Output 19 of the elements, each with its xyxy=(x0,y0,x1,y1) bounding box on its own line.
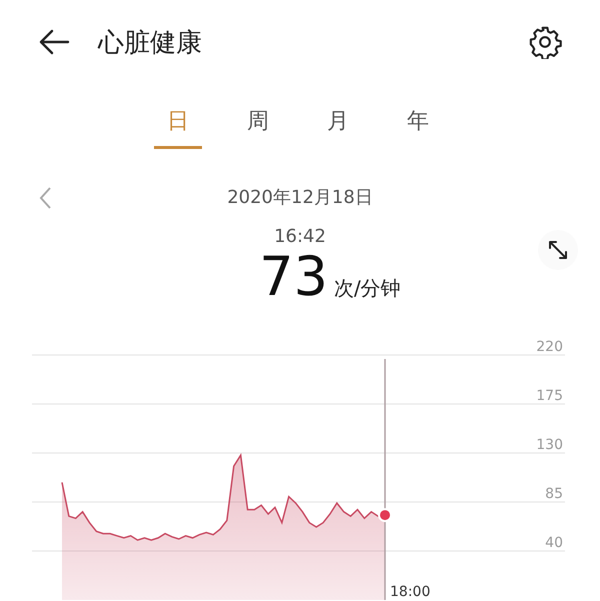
time-label: 18:00 xyxy=(390,584,430,600)
heart-rate-unit: 次/分钟 xyxy=(334,275,401,302)
heart-rate-value: 73 xyxy=(259,247,328,306)
axis-label: 40 xyxy=(545,535,563,551)
period-tab[interactable]: 年 xyxy=(394,106,442,149)
axis-label: 85 xyxy=(545,486,563,502)
date-label: 2020年12月18日 xyxy=(227,186,373,209)
axis-label: 175 xyxy=(536,388,563,404)
axis-label: 130 xyxy=(536,437,563,453)
back-icon[interactable] xyxy=(38,28,70,56)
period-tab[interactable]: 月 xyxy=(314,106,362,149)
axis-label: 220 xyxy=(536,339,563,355)
page-title: 心脏健康 xyxy=(98,26,203,60)
current-point-marker xyxy=(378,508,392,522)
expand-button[interactable] xyxy=(538,230,578,270)
reading-time: 16:42 xyxy=(274,226,326,247)
settings-icon[interactable] xyxy=(528,25,562,59)
expand-icon xyxy=(546,238,570,262)
period-tab[interactable]: 周 xyxy=(234,106,282,149)
